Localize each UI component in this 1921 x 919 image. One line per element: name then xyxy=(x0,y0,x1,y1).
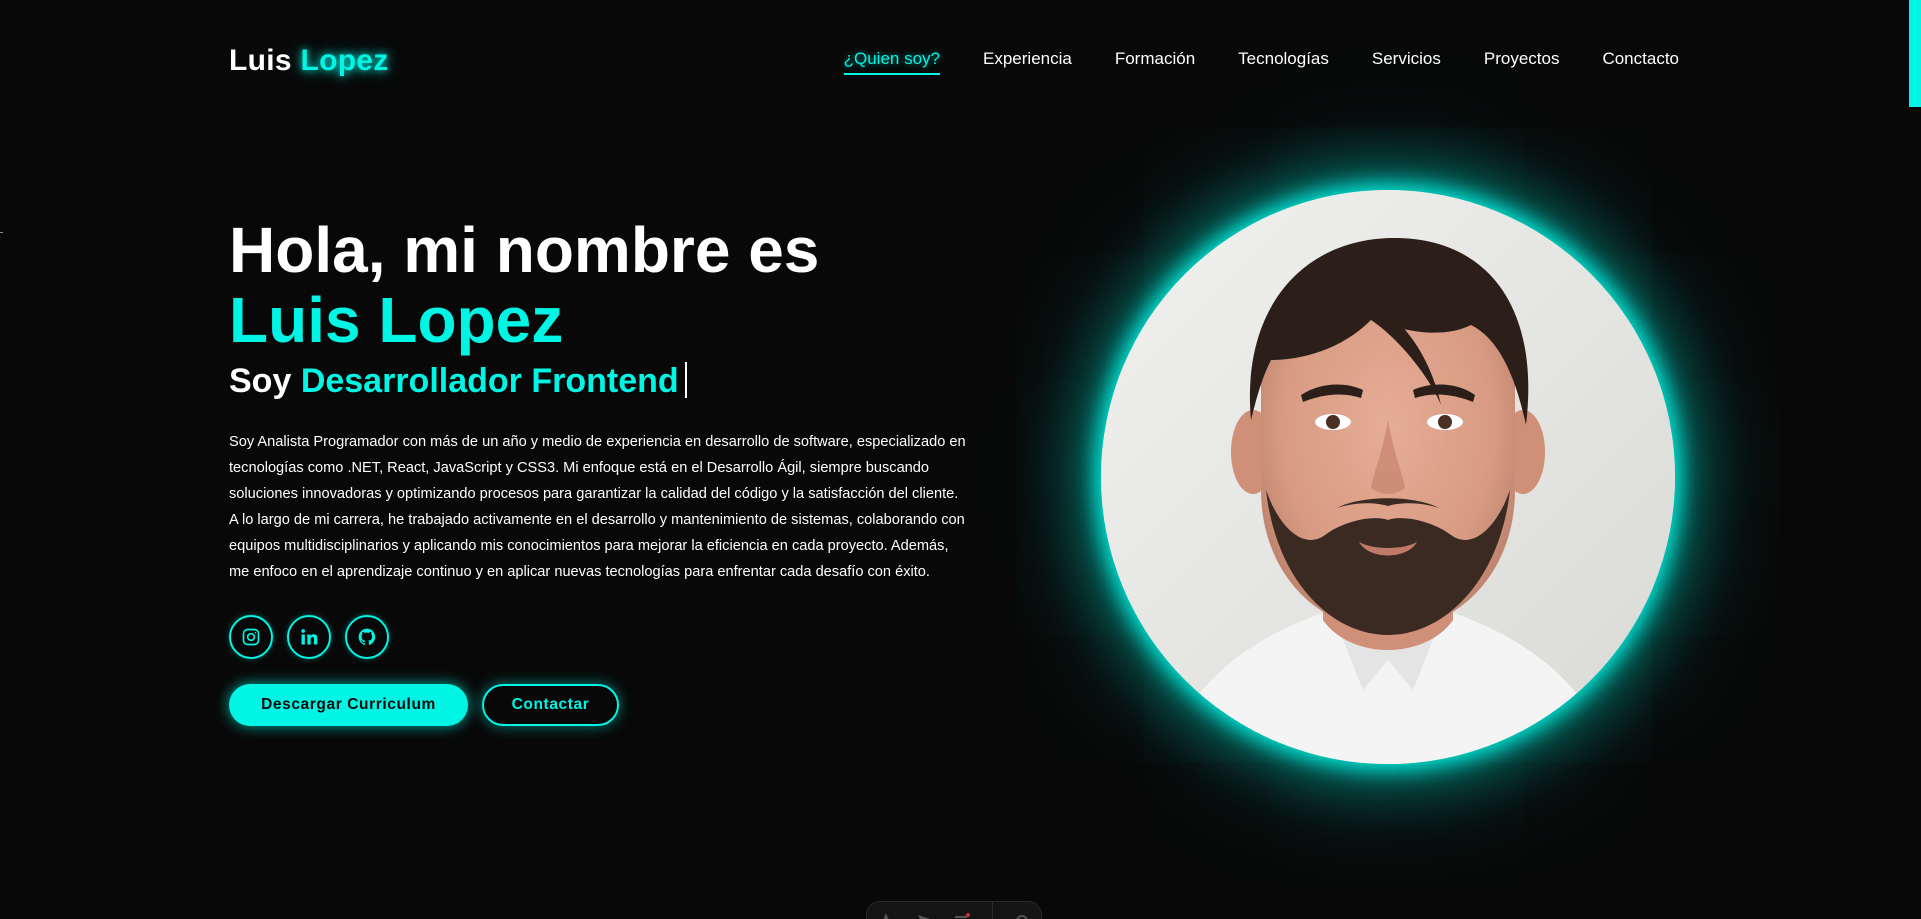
hero-greeting: Hola, mi nombre es xyxy=(229,214,820,286)
profile-photo xyxy=(1101,190,1675,764)
page: Luis Lopez ¿Quien soy? Experiencia Forma… xyxy=(0,0,1921,919)
header: Luis Lopez ¿Quien soy? Experiencia Forma… xyxy=(229,40,1679,80)
typing-cursor xyxy=(684,362,687,398)
dock-item-1[interactable] xyxy=(877,910,895,919)
role-value: Desarrollador Frontend xyxy=(300,362,679,400)
dock-divider xyxy=(991,902,993,919)
bottom-dock xyxy=(866,901,1042,919)
hero-section: Hola, mi nombre es Luis Lopez Soy Desarr… xyxy=(229,215,969,726)
github-icon xyxy=(358,628,376,645)
hero-actions: Descargar Curriculum Contactar xyxy=(229,684,969,726)
github-link[interactable] xyxy=(345,615,389,659)
dock-item-2[interactable] xyxy=(915,910,933,919)
edge-marker xyxy=(0,232,3,233)
linkedin-icon xyxy=(301,629,318,645)
logo-last-name: Lopez xyxy=(300,44,389,77)
profile-portrait-illustration xyxy=(1101,190,1675,764)
instagram-icon xyxy=(242,628,260,646)
logo[interactable]: Luis Lopez xyxy=(229,44,389,78)
contact-button[interactable]: Contactar xyxy=(482,684,619,726)
nav-item-servicios[interactable]: Servicios xyxy=(1372,49,1441,75)
nav-item-tecnologias[interactable]: Tecnologías xyxy=(1238,49,1329,75)
nav-item-proyectos[interactable]: Proyectos xyxy=(1484,49,1560,75)
nav-item-formacion[interactable]: Formación xyxy=(1115,49,1195,75)
nav-item-quien-soy[interactable]: ¿Quien soy? xyxy=(843,49,941,75)
dock-item-4[interactable] xyxy=(1013,910,1031,919)
hero-bio: Soy Analista Programador con más de un a… xyxy=(229,434,966,580)
scrollbar-thumb[interactable] xyxy=(1909,0,1921,107)
instagram-link[interactable] xyxy=(229,615,273,659)
linkedin-link[interactable] xyxy=(287,615,331,659)
nav-item-experiencia[interactable]: Experiencia xyxy=(983,49,1072,75)
main-nav: ¿Quien soy? Experiencia Formación Tecnol… xyxy=(843,49,1679,75)
dock-cursor-icon xyxy=(918,915,931,919)
dock-list-icon xyxy=(955,913,971,918)
nav-item-contacto[interactable]: Conctacto xyxy=(1602,49,1679,75)
logo-first-name: Luis xyxy=(229,44,292,77)
dock-item-3[interactable] xyxy=(953,910,971,919)
hero-role: Soy Desarrollador Frontend xyxy=(229,361,969,401)
social-links xyxy=(229,615,969,659)
role-prefix: Soy xyxy=(229,362,292,400)
dock-tool-icon xyxy=(883,913,889,919)
dock-gear-icon xyxy=(1016,915,1028,919)
download-cv-button[interactable]: Descargar Curriculum xyxy=(229,684,468,726)
hero-name: Luis Lopez xyxy=(229,284,564,356)
